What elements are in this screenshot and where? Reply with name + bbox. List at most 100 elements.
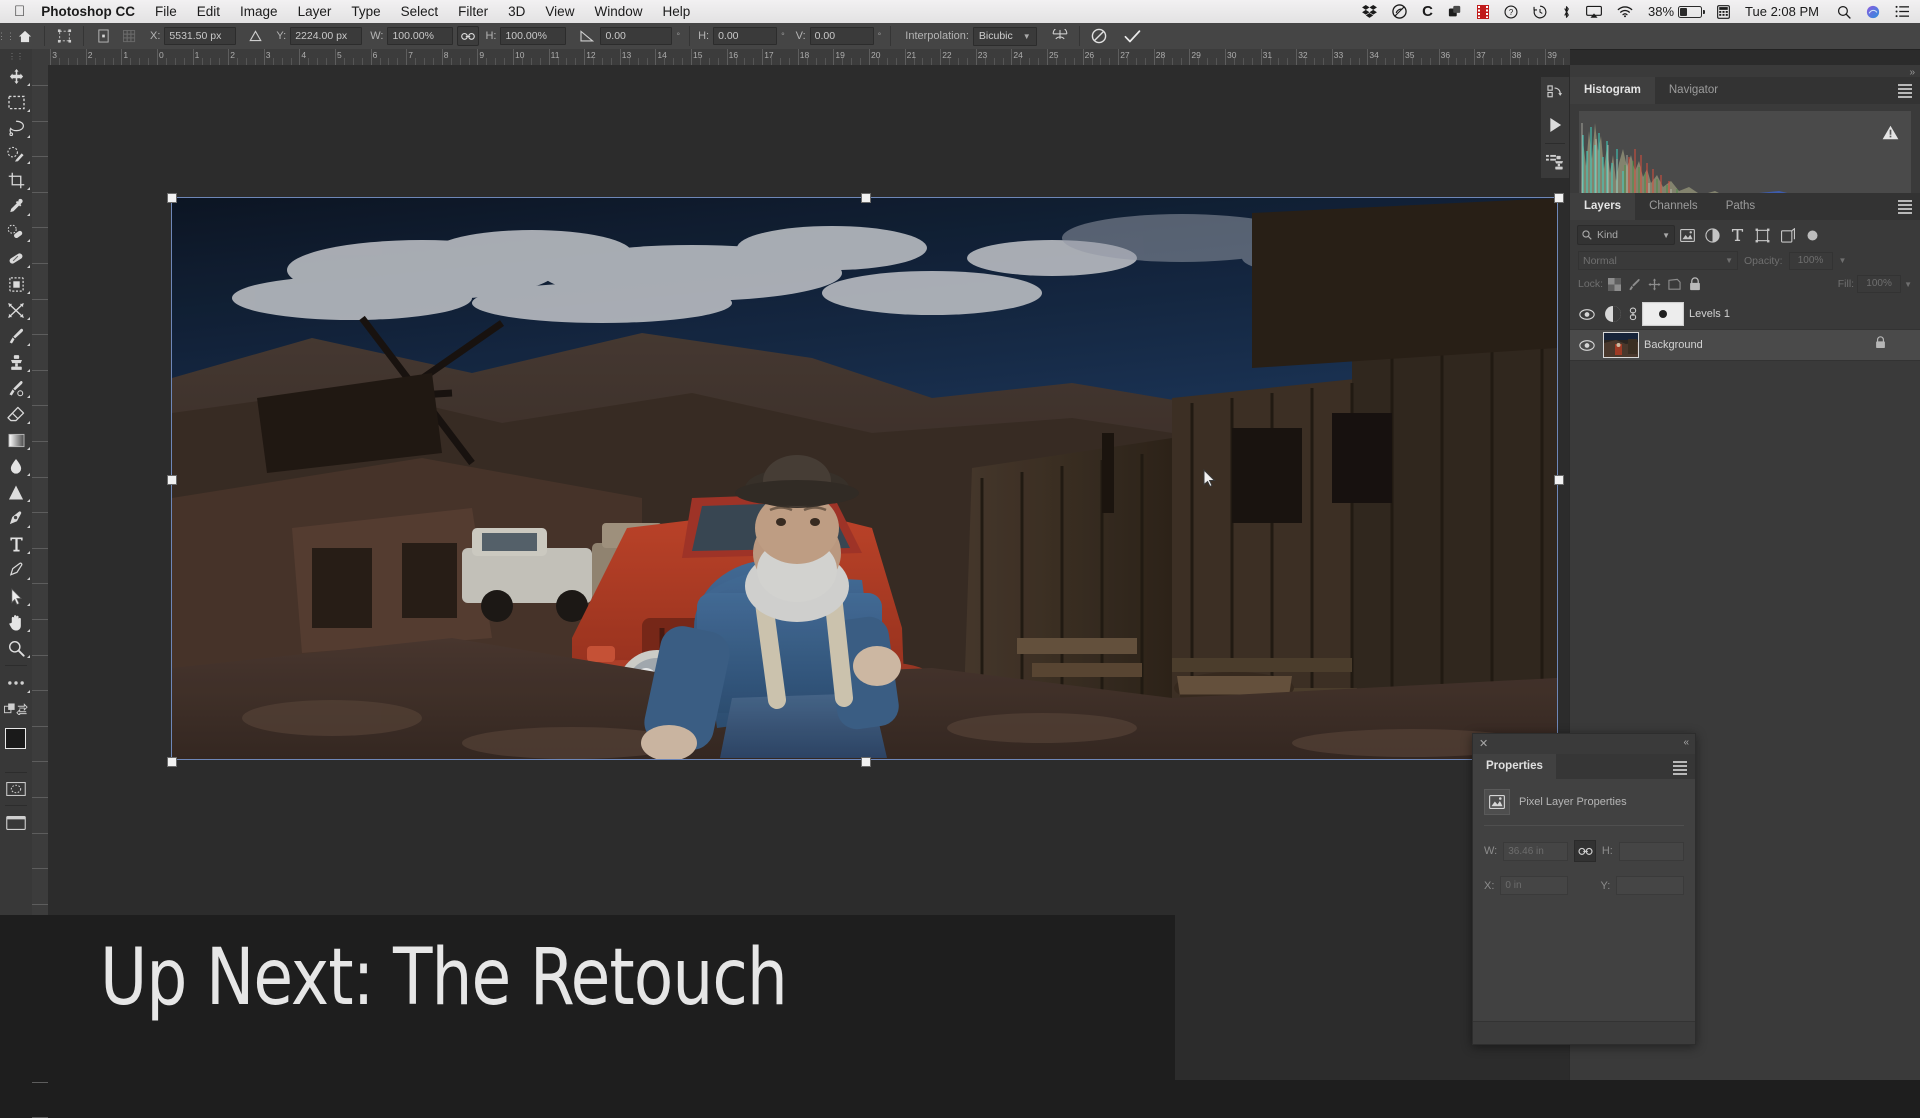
y-input[interactable]: 2224.00 px: [290, 27, 362, 45]
cancel-transform-icon[interactable]: [1086, 25, 1112, 47]
properties-y-input[interactable]: [1616, 876, 1684, 895]
eyedropper-tool[interactable]: [0, 193, 32, 219]
layer-name[interactable]: Background: [1644, 339, 1703, 351]
history-panel-icon[interactable]: [1541, 146, 1569, 178]
tab-navigator[interactable]: Navigator: [1655, 77, 1732, 104]
dodge-tool[interactable]: [0, 479, 32, 505]
table-row[interactable]: Levels 1: [1570, 299, 1920, 330]
layer-kind-dropdown[interactable]: Kind ▼: [1577, 225, 1675, 245]
transform-handle-middle-left[interactable]: [167, 475, 177, 485]
layer-mask-thumbnail[interactable]: [1642, 302, 1684, 326]
opacity-value[interactable]: 100%: [1789, 252, 1833, 270]
menu-file[interactable]: File: [155, 4, 177, 19]
menu-view[interactable]: View: [545, 4, 574, 19]
content-aware-move-tool[interactable]: [0, 297, 32, 323]
mask-link-icon[interactable]: [1628, 307, 1637, 321]
dropbox-icon[interactable]: [1362, 5, 1377, 18]
toolbar-grip[interactable]: ⋮⋮: [0, 49, 32, 63]
hand-tool[interactable]: [0, 609, 32, 635]
cached-data-warning-icon[interactable]: [1882, 125, 1899, 145]
opacity-stepper-icon[interactable]: ▼: [1839, 256, 1847, 265]
help-circle-icon[interactable]: ?: [1504, 5, 1518, 19]
screen-mode-icon[interactable]: [0, 810, 32, 836]
brush-tool[interactable]: [0, 323, 32, 349]
smart-object-filter-icon[interactable]: [1775, 225, 1800, 245]
wifi-icon[interactable]: [1617, 5, 1633, 18]
lock-position-icon[interactable]: [1646, 276, 1663, 293]
lock-transparency-icon[interactable]: [1606, 276, 1623, 293]
horizontal-ruler[interactable]: 3210123456789101112131415161718192021222…: [32, 49, 1570, 66]
pixel-filter-icon[interactable]: [1675, 225, 1700, 245]
actions-panel-icon[interactable]: [1541, 77, 1569, 109]
battery-indicator[interactable]: 38%: [1648, 5, 1702, 18]
airplay-icon[interactable]: [1586, 5, 1602, 19]
color-swatches[interactable]: [0, 726, 32, 768]
control-center-icon[interactable]: [1895, 5, 1910, 18]
menu-select[interactable]: Select: [401, 4, 439, 19]
siri-icon[interactable]: [1866, 5, 1880, 19]
x-input[interactable]: 5531.50 px: [164, 27, 236, 45]
menu-window[interactable]: Window: [594, 4, 642, 19]
document-image[interactable]: [172, 198, 1557, 759]
creative-cloud-icon[interactable]: [1392, 4, 1407, 19]
transform-handle-top-right[interactable]: [1554, 193, 1564, 203]
h-input[interactable]: 100.00%: [500, 27, 566, 45]
quick-selection-tool[interactable]: [0, 141, 32, 167]
skew-v-input[interactable]: 0.00: [810, 27, 874, 45]
warp-icon[interactable]: [1047, 25, 1073, 47]
layer-visibility-toggle[interactable]: [1576, 309, 1598, 320]
calculator-icon[interactable]: [1717, 5, 1730, 19]
foreground-color-swatch[interactable]: [5, 728, 26, 749]
time-machine-icon[interactable]: [1533, 5, 1547, 19]
tab-layers[interactable]: Layers: [1570, 193, 1635, 220]
zoom-tool[interactable]: [0, 635, 32, 661]
lock-artboard-icon[interactable]: [1666, 276, 1683, 293]
panel-menu-icon[interactable]: [1673, 761, 1687, 777]
gradient-tool[interactable]: [0, 427, 32, 453]
properties-w-input[interactable]: 36.46 in: [1503, 842, 1568, 861]
layer-name[interactable]: Levels 1: [1689, 308, 1730, 320]
lock-image-icon[interactable]: [1626, 276, 1643, 293]
film-icon[interactable]: [1477, 5, 1489, 19]
eraser-tool[interactable]: [0, 401, 32, 427]
blend-mode-dropdown[interactable]: Normal ▼: [1578, 251, 1738, 270]
properties-panel-titlebar[interactable]: ✕ «: [1473, 734, 1695, 754]
link-icon[interactable]: [457, 26, 479, 46]
fill-value[interactable]: 100%: [1857, 275, 1901, 293]
table-row[interactable]: Background: [1570, 330, 1920, 361]
menu-filter[interactable]: Filter: [458, 4, 488, 19]
menu-type[interactable]: Type: [351, 4, 380, 19]
edit-toolbar-button[interactable]: [0, 670, 32, 696]
link-dimensions-icon[interactable]: [1574, 840, 1595, 862]
patch-tool[interactable]: [0, 271, 32, 297]
shape-filter-icon[interactable]: [1750, 225, 1775, 245]
menu-edit[interactable]: Edit: [197, 4, 220, 19]
menu-layer[interactable]: Layer: [298, 4, 332, 19]
close-icon[interactable]: ✕: [1479, 737, 1488, 750]
marquee-tool[interactable]: [0, 89, 32, 115]
transform-handle-middle-right[interactable]: [1554, 475, 1564, 485]
layer-visibility-toggle[interactable]: [1576, 340, 1598, 351]
angle-icon[interactable]: [574, 25, 600, 47]
blur-tool[interactable]: [0, 453, 32, 479]
properties-x-input[interactable]: 0 in: [1500, 876, 1568, 895]
quick-mask-icon[interactable]: [0, 777, 32, 801]
play-icon[interactable]: [1541, 109, 1569, 141]
bluetooth-icon[interactable]: [1562, 5, 1571, 19]
commit-transform-icon[interactable]: [1120, 25, 1146, 47]
pen-tool[interactable]: [0, 505, 32, 531]
direct-selection-tool[interactable]: [0, 583, 32, 609]
transform-tool-icon[interactable]: [51, 25, 77, 47]
w-input[interactable]: 100.00%: [387, 27, 453, 45]
lasso-tool[interactable]: [0, 115, 32, 141]
skew-h-input[interactable]: 0.00: [713, 27, 777, 45]
panel-menu-icon[interactable]: [1898, 200, 1912, 216]
fill-stepper-icon[interactable]: ▼: [1904, 280, 1912, 289]
tab-properties[interactable]: Properties: [1473, 754, 1556, 779]
adjustment-layer-thumbnail[interactable]: [1603, 304, 1623, 324]
healing-brush-tool[interactable]: [0, 245, 32, 271]
filter-toggle-icon[interactable]: [1800, 225, 1825, 245]
layer-thumbnail[interactable]: [1603, 332, 1639, 358]
adjustment-filter-icon[interactable]: [1700, 225, 1725, 245]
options-bar-grip[interactable]: ⋮⋮: [0, 23, 12, 49]
